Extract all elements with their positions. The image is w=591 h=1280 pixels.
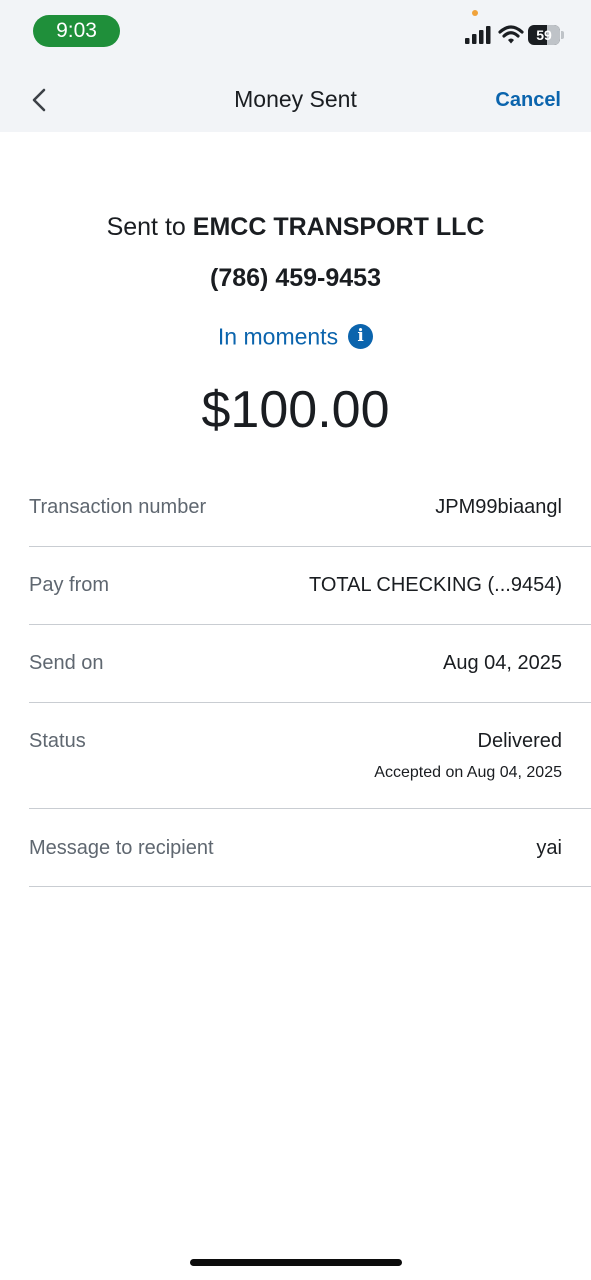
recipient-line: Sent to EMCC TRANSPORT LLC [0,213,591,242]
detail-label: Status [29,730,86,752]
home-indicator[interactable] [190,1259,402,1266]
status-value: Delivered [477,730,562,752]
privacy-indicator-dot [472,10,478,16]
delivery-timing-text: In moments [217,323,339,350]
divider [29,546,591,547]
detail-value: Aug 04, 2025 [443,652,562,674]
battery-level: 59 [536,27,552,43]
detail-label: Message to recipient [29,837,214,859]
divider [29,702,591,703]
detail-value: JPM99biaangl [435,496,562,518]
sent-to-prefix: Sent to [106,213,186,241]
delivery-timing: In moments i [0,322,591,350]
detail-value: yai [536,837,562,859]
amount: $100.00 [201,381,390,439]
status-time: 9:03 [33,15,120,47]
recipient-phone: (786) 459-9453 [210,264,381,292]
detail-label: Pay from [29,574,110,596]
wifi-icon [498,25,524,44]
divider [29,624,591,625]
cancel-button[interactable]: Cancel [495,89,561,112]
detail-label: Send on [29,652,104,674]
cellular-signal-icon [465,26,491,44]
detail-value: TOTAL CHECKING (...9454) [308,574,562,596]
divider [29,808,591,809]
battery-icon: 59 [528,25,564,47]
divider [29,886,591,887]
detail-label: Transaction number [29,496,207,518]
info-icon[interactable]: i [348,324,374,350]
recipient-name: EMCC TRANSPORT LLC [192,213,485,241]
status-subvalue: Accepted on Aug 04, 2025 [374,764,562,781]
